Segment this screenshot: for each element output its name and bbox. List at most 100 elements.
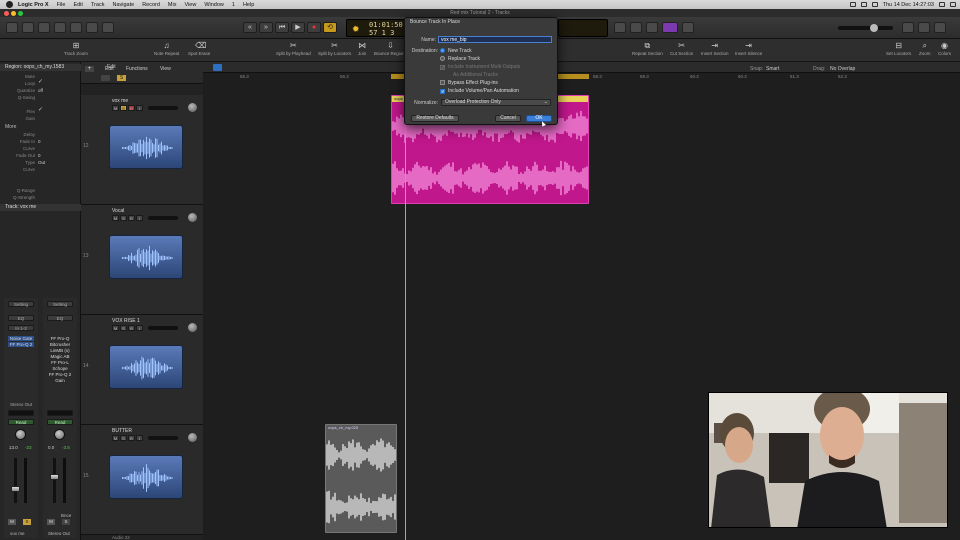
track-header-vocal[interactable]: 13 Vocal MSRI	[81, 205, 203, 315]
cycle-icon[interactable]: ⟲	[323, 22, 337, 33]
include-automation-checkbox[interactable]: ✓ Include Volume/Pan Automation	[440, 88, 519, 95]
playhead[interactable]	[405, 73, 406, 540]
param-qrange[interactable]: Q-Range	[0, 187, 81, 194]
strip1-pan-knob[interactable]	[15, 429, 26, 440]
strip2-eq-button[interactable]: EQ	[47, 315, 73, 321]
param-gain[interactable]: Gain	[0, 115, 81, 122]
mute-button[interactable]: M	[112, 215, 119, 221]
record-enable-button[interactable]: R	[128, 105, 135, 111]
catch-playhead-icon[interactable]	[213, 64, 222, 71]
strip1-group-slot[interactable]	[8, 410, 34, 416]
tool-cut-section[interactable]: ✂ Cut Section	[670, 42, 693, 57]
track-pan-knob[interactable]	[188, 213, 197, 222]
notepad-icon[interactable]	[918, 22, 930, 33]
master-volume-slider[interactable]	[838, 24, 893, 32]
tool-note-repeat[interactable]: ♫ Note Repeat	[154, 42, 179, 57]
tool-bounce-regions[interactable]: ⇩ Bounce Regions	[374, 42, 407, 57]
lcd-display[interactable]: ✹ 01:01:50:1 57 1 3	[346, 19, 411, 37]
edit-menu-label[interactable]: Edit	[105, 66, 114, 72]
quick-help-icon[interactable]	[38, 22, 50, 33]
close-icon[interactable]	[4, 11, 9, 16]
strip2-plugin-8[interactable]: Gain	[47, 378, 73, 383]
strip1-input-slot[interactable]: In 1-2	[8, 325, 34, 331]
strip2-volume-fader[interactable]	[53, 458, 56, 503]
tool-colors[interactable]: ◉ Colors	[938, 42, 951, 57]
strip2-pan-knob[interactable]	[54, 429, 65, 440]
tuner-icon[interactable]	[614, 22, 626, 33]
param-delay[interactable]: Delay	[0, 131, 81, 138]
param-curve-1[interactable]: Curve	[0, 145, 81, 152]
strip1-setting-button[interactable]: Setting	[8, 301, 34, 307]
strip2-plugin-6[interactable]: Schope	[47, 366, 73, 371]
add-track-icon[interactable]: +	[85, 66, 94, 72]
bounce-name-input[interactable]	[438, 36, 552, 43]
next-track-name[interactable]: Audio 22	[112, 535, 130, 540]
strip2-solo-button[interactable]: S	[62, 519, 70, 525]
zoom-window-icon[interactable]	[18, 11, 23, 16]
menu-one[interactable]: 1	[232, 2, 235, 8]
menu-mix[interactable]: Mix	[168, 2, 177, 8]
solo-icon[interactable]: S	[117, 75, 126, 81]
track-volume-slider[interactable]	[148, 436, 178, 440]
mixer-icon[interactable]	[86, 22, 98, 33]
param-qswing[interactable]: Q-Swing	[0, 94, 81, 101]
include-multi-outputs-checkbox[interactable]: ✓ Include Instrument Multi-Outputs	[440, 64, 520, 71]
new-track-radio[interactable]: New Track	[440, 48, 472, 54]
strip1-volume-fader[interactable]	[14, 458, 17, 503]
wifi-icon[interactable]	[871, 2, 878, 7]
apple-icon[interactable]	[6, 1, 13, 8]
input-monitor-button[interactable]: I	[136, 325, 143, 331]
track-header-vox-rise[interactable]: 14 VOX RISE 1 MSRI	[81, 315, 203, 425]
track-volume-slider[interactable]	[148, 106, 178, 110]
menu-help[interactable]: Help	[243, 2, 254, 8]
track-pan-knob[interactable]	[188, 323, 197, 332]
track-name[interactable]: VOX RISE 1	[112, 318, 140, 324]
go-to-start-icon[interactable]: ⏮	[275, 22, 289, 33]
strip2-group-slot[interactable]	[47, 410, 73, 416]
region-inspector-header[interactable]: Region: oops_ch_my.1583	[0, 64, 81, 71]
mute-button[interactable]: M	[112, 325, 119, 331]
track-pan-knob[interactable]	[188, 103, 197, 112]
strip1-fader-cap[interactable]	[11, 486, 20, 492]
param-qstrength[interactable]: Q-Strength	[0, 194, 81, 201]
track-volume-slider[interactable]	[148, 326, 178, 330]
menu-edit[interactable]: Edit	[73, 2, 82, 8]
tool-insert-silence[interactable]: ⇥ Insert Silence	[735, 42, 762, 57]
strip1-plugin-1[interactable]: Noise Gate	[8, 336, 34, 341]
record-enable-button[interactable]: R	[128, 215, 135, 221]
tool-repeat-section[interactable]: ⧉ Repeat Section	[632, 42, 663, 57]
forward-icon[interactable]: »	[259, 22, 273, 33]
solo-button[interactable]: S	[120, 215, 127, 221]
menu-clock[interactable]: Thu 14 Dec 14:27:03	[883, 2, 934, 8]
strip2-plugin-5[interactable]: FF Pro-L	[47, 360, 73, 365]
tool-split-playhead[interactable]: ✂ Split by Playhead	[276, 42, 311, 57]
strip2-mute-button[interactable]: M	[47, 519, 55, 525]
minimize-icon[interactable]	[11, 11, 16, 16]
param-flex[interactable]: Flex ✓	[0, 107, 81, 115]
cancel-button[interactable]: Cancel	[495, 115, 521, 122]
cpu-meter[interactable]	[558, 19, 608, 37]
count-in-icon[interactable]	[630, 22, 642, 33]
strip2-plugin-2[interactable]: Bitcrusher	[47, 342, 73, 347]
track-header-vox-me[interactable]: 12 vox me MSRI	[81, 95, 203, 205]
track-name[interactable]: vox me	[112, 98, 128, 104]
track-inspector-header[interactable]: Track: vox me	[0, 204, 81, 211]
param-loop[interactable]: Loop ✓	[0, 79, 81, 87]
track-pan-knob[interactable]	[188, 433, 197, 442]
input-monitor-button[interactable]: I	[136, 105, 143, 111]
rewind-icon[interactable]: «	[243, 22, 257, 33]
tool-zoom[interactable]: ⌕ Zoom	[919, 42, 931, 57]
solo-button[interactable]: S	[120, 105, 127, 111]
tool-join[interactable]: ⋈ Join	[358, 42, 366, 57]
param-fade-out[interactable]: Fade Out 0	[0, 152, 81, 159]
restore-defaults-button[interactable]: Restore Defaults	[411, 115, 459, 122]
global-tracks-icon[interactable]	[101, 75, 110, 81]
view-menu[interactable]: View	[160, 66, 171, 72]
param-curve-2[interactable]: Curve	[0, 166, 81, 173]
tool-insert-section[interactable]: ⇥ Insert Section	[701, 42, 729, 57]
menu-window[interactable]: Window	[204, 2, 224, 8]
tool-set-locators[interactable]: ⊟ Set Locators	[886, 42, 911, 57]
play-icon[interactable]: ▶	[291, 22, 305, 33]
track-volume-slider[interactable]	[148, 216, 178, 220]
strip1-solo-button[interactable]: S	[23, 519, 31, 525]
